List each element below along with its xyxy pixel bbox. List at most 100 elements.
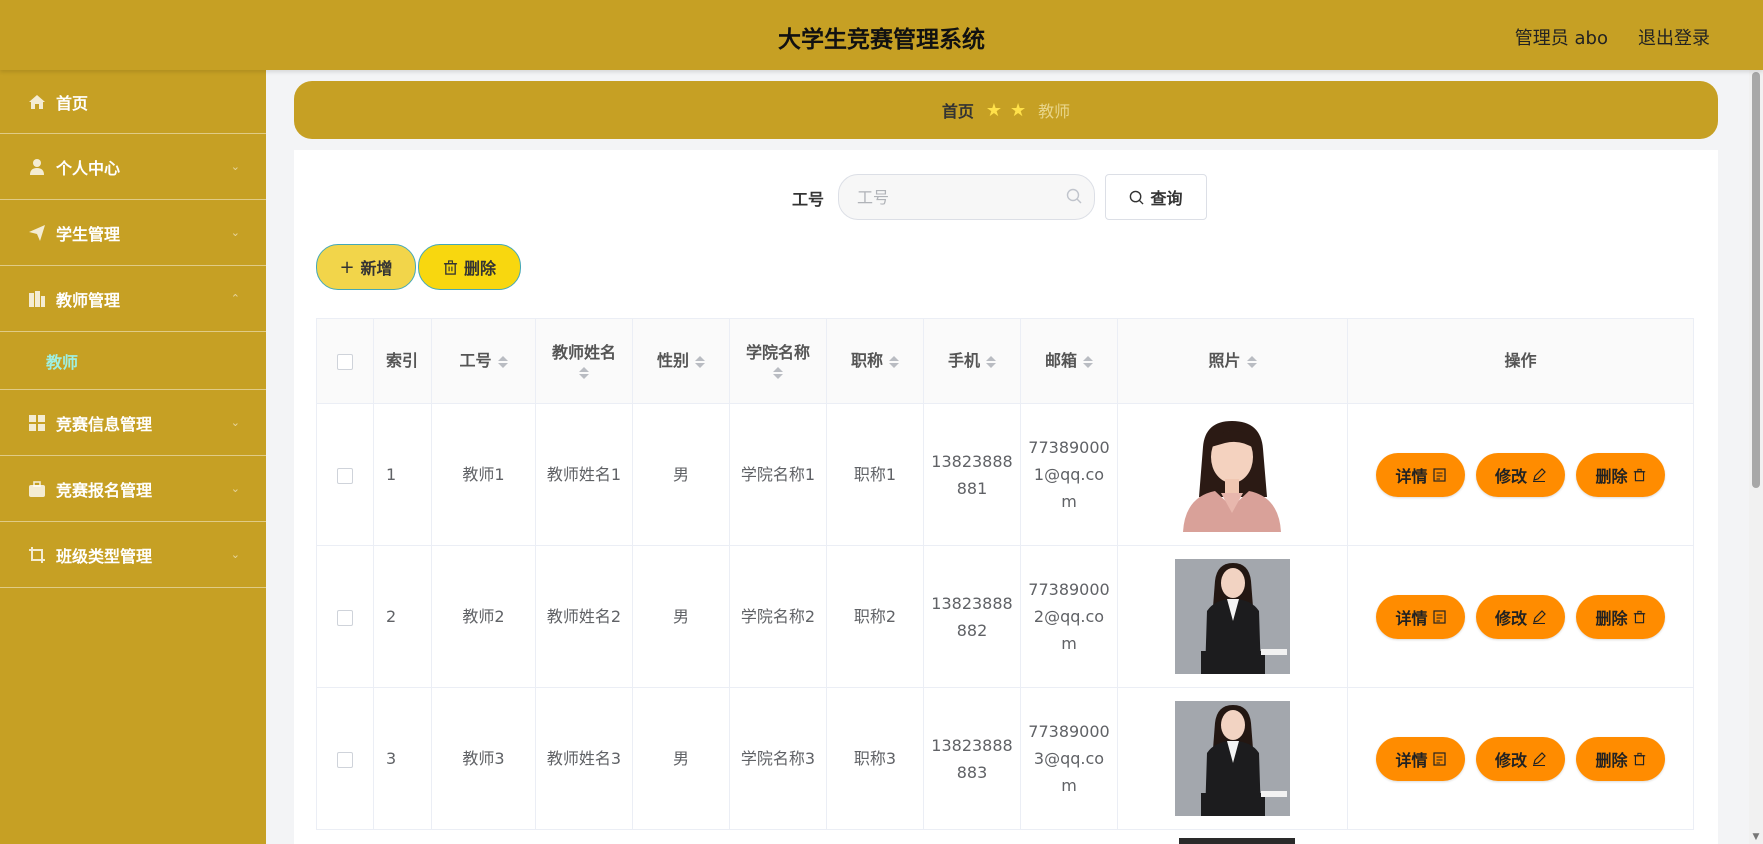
- search-field[interactable]: [838, 174, 1095, 220]
- sidebar-item-profile[interactable]: 个人中心 ⌄: [0, 134, 266, 200]
- delete-button-label: 删除: [1595, 466, 1628, 486]
- row-checkbox[interactable]: [337, 751, 353, 768]
- table-header-row: 索引 工号 教师姓名 性别 学院名称 职称 手机 邮箱 照片 操作: [316, 318, 1694, 404]
- cell-photo: [1117, 403, 1348, 546]
- logout-link[interactable]: 退出登录: [1638, 24, 1710, 50]
- chevron-down-icon: ⌄: [230, 416, 240, 429]
- chevron-down-icon: ⌄: [230, 548, 240, 561]
- query-button[interactable]: 查询: [1105, 174, 1207, 220]
- sidebar-item-label: 竞赛报名管理: [56, 480, 153, 500]
- sort-icon[interactable]: [1246, 354, 1257, 370]
- detail-button[interactable]: 详情: [1376, 736, 1465, 781]
- sort-icon[interactable]: [695, 354, 705, 370]
- column-header-photo[interactable]: 照片: [1117, 318, 1348, 404]
- sort-icon[interactable]: [889, 354, 899, 370]
- column-header-label: 索引: [386, 351, 419, 370]
- cell-college: 学院名称1: [729, 403, 827, 546]
- sidebar-item-class-type[interactable]: 班级类型管理 ⌄: [0, 522, 266, 588]
- edit-button[interactable]: 修改: [1476, 594, 1565, 639]
- sort-icon[interactable]: [1083, 354, 1093, 370]
- breadcrumb-home[interactable]: 首页: [942, 98, 974, 122]
- sidebar-item-label: 竞赛信息管理: [56, 414, 153, 434]
- delete-button[interactable]: 删除: [1576, 736, 1665, 781]
- column-header-college[interactable]: 学院名称: [729, 318, 827, 404]
- search-label: 工号: [792, 190, 825, 209]
- batch-delete-button[interactable]: 删除: [418, 244, 521, 290]
- edit-button[interactable]: 修改: [1476, 736, 1565, 781]
- document-icon: [1432, 609, 1446, 624]
- column-header-label: 手机: [947, 351, 980, 370]
- teacher-photo: [1175, 559, 1290, 674]
- column-header-email[interactable]: 邮箱: [1020, 318, 1118, 404]
- sidebar-item-label: 班级类型管理: [56, 546, 153, 566]
- cell-title: 职称2: [826, 545, 924, 688]
- star-separator-icon: ★: [1010, 99, 1027, 121]
- send-icon: [28, 224, 46, 242]
- column-header-label: 性别: [656, 351, 689, 370]
- cell-index: 3: [373, 687, 432, 830]
- column-header-label: 教师姓名: [551, 343, 616, 362]
- sort-icon[interactable]: [579, 367, 589, 379]
- add-button[interactable]: + 新增: [316, 244, 416, 290]
- table-row: 1 教师1 教师姓名1 男 学院名称1 职称1 13823888881 7738…: [316, 403, 1694, 546]
- teacher-photo-partial: [1179, 838, 1295, 844]
- row-checkbox[interactable]: [337, 609, 353, 626]
- select-all-checkbox-cell: [316, 318, 374, 404]
- delete-button-label: 删除: [1595, 608, 1628, 628]
- sidebar-subitem-teacher[interactable]: 教师: [0, 332, 266, 390]
- delete-button[interactable]: 删除: [1576, 452, 1665, 497]
- sidebar-item-teachers[interactable]: 教师管理 ⌃: [0, 266, 266, 332]
- cell-gender: 男: [632, 687, 730, 830]
- detail-button[interactable]: 详情: [1376, 594, 1465, 639]
- cell-name: 教师姓名1: [535, 403, 633, 546]
- row-checkbox-cell: [316, 403, 374, 546]
- sort-icon[interactable]: [497, 354, 508, 370]
- column-header-gender[interactable]: 性别: [632, 318, 730, 404]
- cell-email: 773890003@qq.com: [1020, 687, 1118, 830]
- sidebar-item-competition-info[interactable]: 竞赛信息管理 ⌄: [0, 390, 266, 456]
- edit-button[interactable]: 修改: [1476, 452, 1565, 497]
- edit-button-label: 修改: [1494, 466, 1527, 486]
- scroll-down-arrow-icon[interactable]: ▼: [1751, 832, 1761, 844]
- column-header-job-no[interactable]: 工号: [431, 318, 536, 404]
- cell-phone: 13823888882: [923, 545, 1021, 688]
- sidebar-item-home[interactable]: 首页: [0, 70, 266, 134]
- chevron-down-icon: ⌄: [230, 482, 240, 495]
- sidebar-item-label: 教师管理: [56, 290, 121, 310]
- row-checkbox-cell: [316, 687, 374, 830]
- detail-button[interactable]: 详情: [1376, 452, 1465, 497]
- main-panel: 工号 查询 + 新增 删除 索引 工号 教师姓名 性别 学院名: [294, 150, 1718, 844]
- delete-button-label: 删除: [1595, 750, 1628, 770]
- sidebar-item-registration[interactable]: 竞赛报名管理 ⌄: [0, 456, 266, 522]
- teacher-photo: [1175, 701, 1290, 816]
- column-header-phone[interactable]: 手机: [923, 318, 1021, 404]
- scrollbar-thumb[interactable]: [1752, 72, 1760, 488]
- column-header-title[interactable]: 职称: [826, 318, 924, 404]
- cell-index: 1: [373, 403, 432, 546]
- document-icon: [1432, 751, 1446, 766]
- column-header-label: 邮箱: [1044, 351, 1077, 370]
- trash-icon: [443, 259, 458, 275]
- teacher-photo: [1175, 417, 1290, 532]
- row-checkbox-cell: [316, 545, 374, 688]
- column-header-ops: 操作: [1347, 318, 1694, 404]
- detail-button-label: 详情: [1395, 750, 1428, 770]
- search-input[interactable]: [839, 175, 1049, 219]
- sort-icon[interactable]: [773, 367, 783, 379]
- sidebar-item-label: 首页: [56, 93, 89, 113]
- column-header-label: 操作: [1504, 351, 1537, 370]
- row-checkbox[interactable]: [337, 467, 353, 484]
- column-header-name[interactable]: 教师姓名: [535, 318, 633, 404]
- sidebar-item-students[interactable]: 学生管理 ⌄: [0, 200, 266, 266]
- chevron-up-icon: ⌃: [230, 292, 240, 305]
- pencil-icon: [1533, 467, 1546, 482]
- cell-gender: 男: [632, 403, 730, 546]
- delete-button[interactable]: 删除: [1576, 594, 1665, 639]
- sort-icon[interactable]: [986, 354, 996, 370]
- trash-icon: [1633, 610, 1645, 623]
- teacher-table: 索引 工号 教师姓名 性别 学院名称 职称 手机 邮箱 照片 操作 1 教师1 …: [316, 318, 1694, 830]
- select-all-checkbox[interactable]: [337, 353, 353, 370]
- cell-email: 773890002@qq.com: [1020, 545, 1118, 688]
- grid-icon: [28, 414, 46, 432]
- breadcrumb-current: 教师: [1038, 102, 1071, 121]
